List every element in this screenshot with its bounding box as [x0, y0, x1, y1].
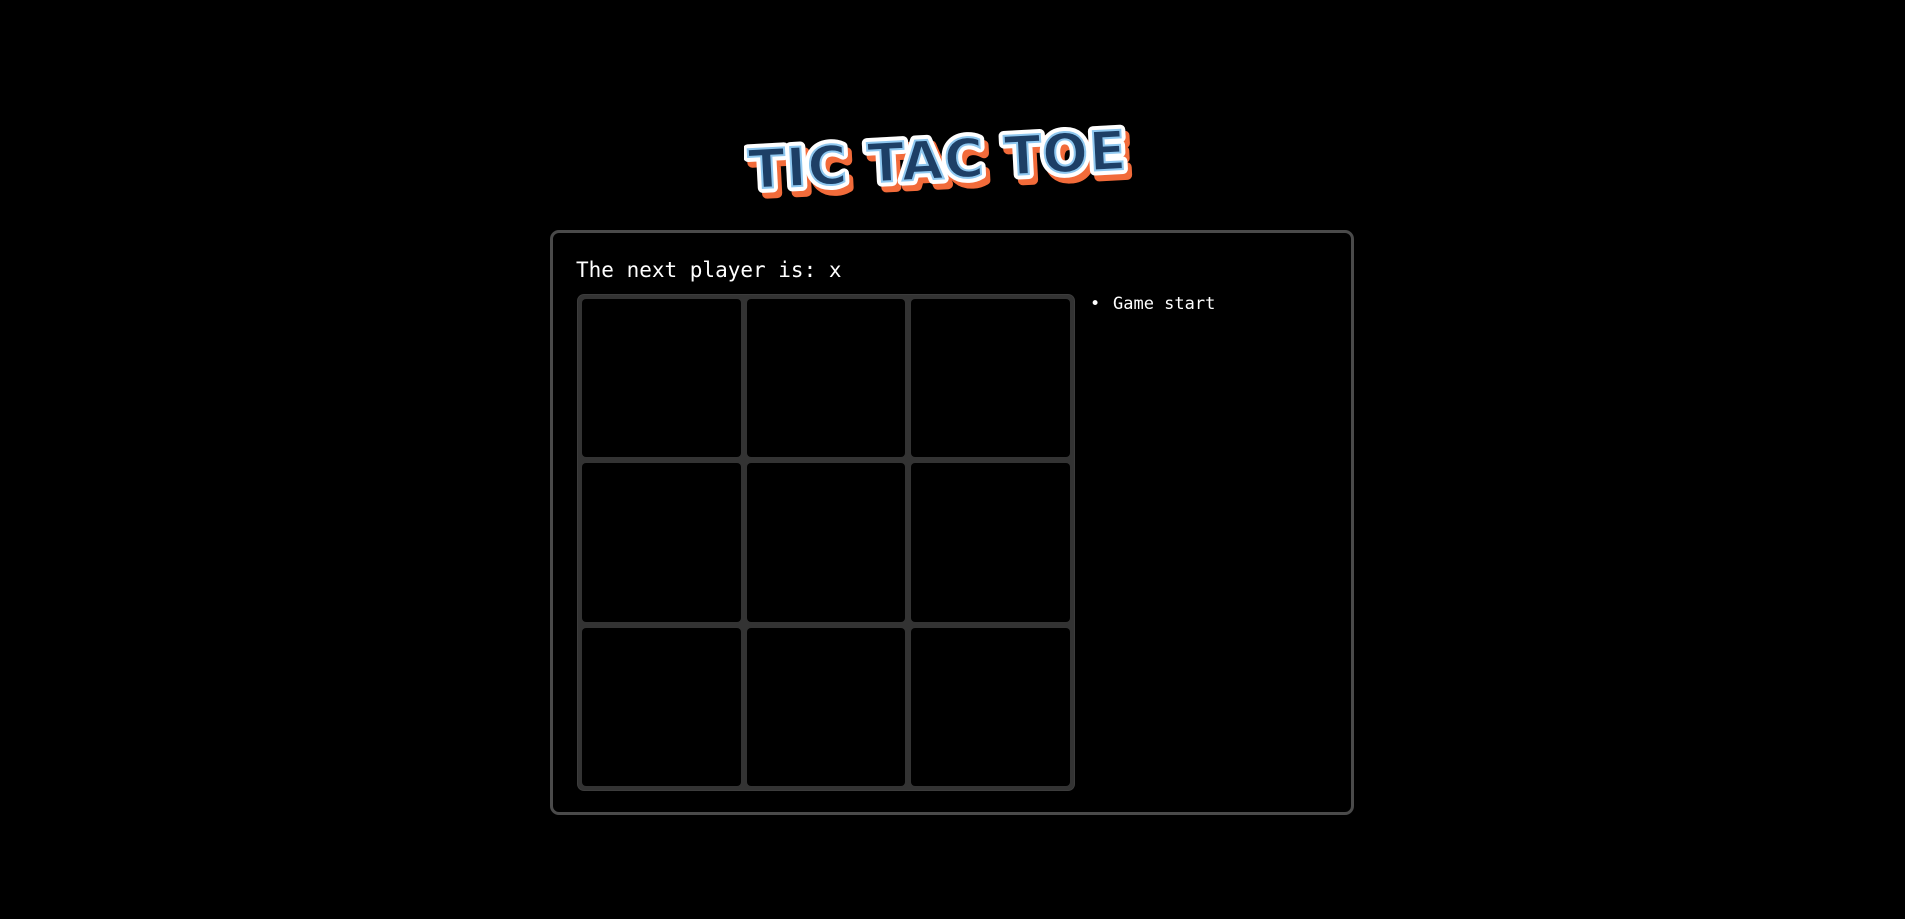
game-start-button[interactable]: Game start — [1113, 294, 1215, 314]
board-square-1[interactable] — [582, 299, 741, 458]
game-panel: The next player is: x • Game start — [550, 230, 1354, 815]
logo-graphic: TIC TAC TOE TIC TAC TOE TIC TAC TOE — [744, 114, 1138, 200]
board-square-4[interactable] — [582, 463, 741, 622]
board-square-7[interactable] — [582, 627, 741, 786]
move-history-list: • Game start — [1090, 293, 1215, 315]
board-square-9[interactable] — [911, 627, 1070, 786]
board-square-5[interactable] — [746, 463, 906, 622]
move-history-item: • Game start — [1090, 293, 1215, 315]
board-square-6[interactable] — [911, 463, 1070, 622]
game-logo: TIC TAC TOE TIC TAC TOE TIC TAC TOE — [744, 110, 1160, 200]
board-square-2[interactable] — [746, 299, 906, 458]
board-square-3[interactable] — [911, 299, 1070, 458]
bullet-icon: • — [1090, 294, 1101, 314]
next-player-status: The next player is: x — [576, 258, 842, 282]
board-square-8[interactable] — [746, 627, 906, 786]
game-board — [577, 294, 1075, 791]
